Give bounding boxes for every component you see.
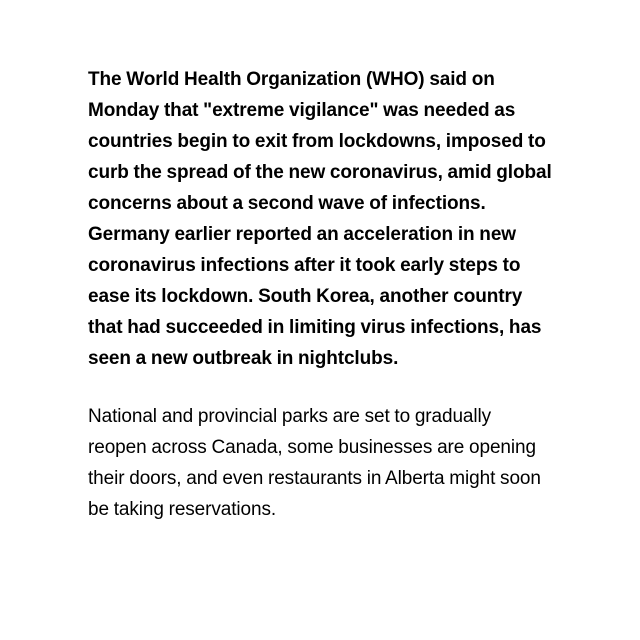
article-page: The World Health Organization (WHO) said… bbox=[0, 0, 640, 640]
body-paragraph: National and provincial parks are set to… bbox=[88, 406, 541, 520]
lead-paragraph: The World Health Organization (WHO) said… bbox=[88, 69, 552, 369]
